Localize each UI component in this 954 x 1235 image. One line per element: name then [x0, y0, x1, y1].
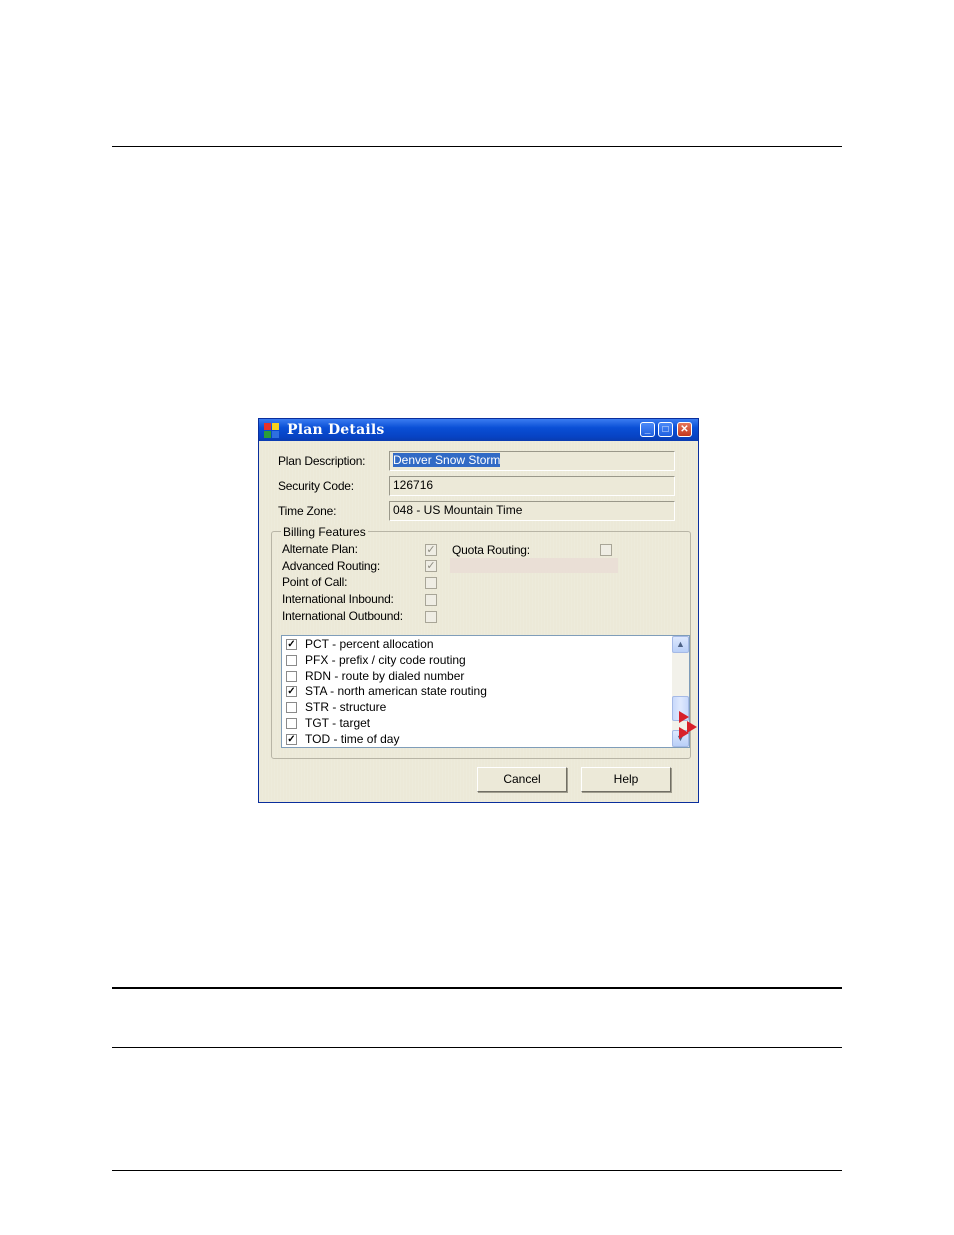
list-item-checkbox[interactable] [286, 718, 297, 729]
list-item-label: PCT - percent allocation [305, 637, 434, 651]
list-item-label: PFX - prefix / city code routing [305, 653, 466, 667]
list-item-checkbox[interactable]: ✓ [286, 639, 297, 650]
point-of-call-label: Point of Call: [282, 575, 348, 589]
security-code-label: Security Code: [278, 479, 354, 493]
plan-description-field[interactable]: Denver Snow Storm [389, 451, 675, 471]
advanced-routing-label: Advanced Routing: [282, 559, 381, 573]
billing-features-caption: Billing Features [281, 525, 368, 539]
time-zone-field[interactable]: 048 - US Mountain Time [389, 501, 675, 521]
list-item-checkbox[interactable] [286, 702, 297, 713]
list-item-label: STR - structure [305, 700, 387, 714]
window-title: Plan Details [287, 422, 385, 438]
routing-features-list[interactable]: ✓ PCT - percent allocation PFX - prefix … [281, 635, 690, 748]
alternate-plan-checkbox[interactable]: ✓ [425, 544, 437, 556]
list-item-label: STA - north american state routing [305, 684, 487, 698]
quota-routing-checkbox[interactable] [600, 544, 612, 556]
app-window-icon [264, 423, 280, 439]
plan-description-value: Denver Snow Storm [393, 453, 501, 467]
list-item-checkbox[interactable]: ✓ [286, 686, 297, 697]
scroll-up-icon[interactable]: ▲ [672, 636, 689, 653]
minimize-button[interactable]: _ [640, 422, 655, 437]
cancel-button[interactable]: Cancel [477, 767, 567, 792]
point-of-call-checkbox[interactable] [425, 577, 437, 589]
maximize-button[interactable]: □ [658, 422, 673, 437]
advanced-routing-checkbox[interactable]: ✓ [425, 560, 437, 572]
quota-routing-label: Quota Routing: [452, 543, 530, 557]
list-item-checkbox[interactable] [286, 671, 297, 682]
list-item-label: TGT - target [305, 716, 371, 730]
international-outbound-checkbox[interactable] [425, 611, 437, 623]
list-item-checkbox[interactable] [286, 655, 297, 666]
footer-rule [112, 1170, 842, 1171]
security-code-field[interactable]: 126716 [389, 476, 675, 496]
cursor-arrow-icon [679, 727, 689, 739]
close-button[interactable]: ✕ [677, 422, 692, 437]
international-outbound-label: International Outbound: [282, 609, 403, 623]
section-rule [112, 987, 842, 989]
section-rule [112, 1047, 842, 1048]
disabled-field-strip [450, 558, 618, 573]
time-zone-label: Time Zone: [278, 504, 337, 518]
list-item-checkbox[interactable]: ✓ [286, 734, 297, 745]
plan-details-dialog: Plan Details _ □ ✕ Plan Description: Den… [258, 418, 699, 803]
header-rule [112, 146, 842, 147]
international-inbound-label: International Inbound: [282, 592, 394, 606]
alternate-plan-label: Alternate Plan: [282, 542, 358, 556]
help-button[interactable]: Help [581, 767, 671, 792]
plan-description-label: Plan Description: [278, 454, 366, 468]
international-inbound-checkbox[interactable] [425, 594, 437, 606]
list-item-label: RDN - route by dialed number [305, 669, 465, 683]
list-item-label: TOD - time of day [305, 732, 400, 746]
title-bar[interactable]: Plan Details _ □ ✕ [259, 419, 698, 441]
